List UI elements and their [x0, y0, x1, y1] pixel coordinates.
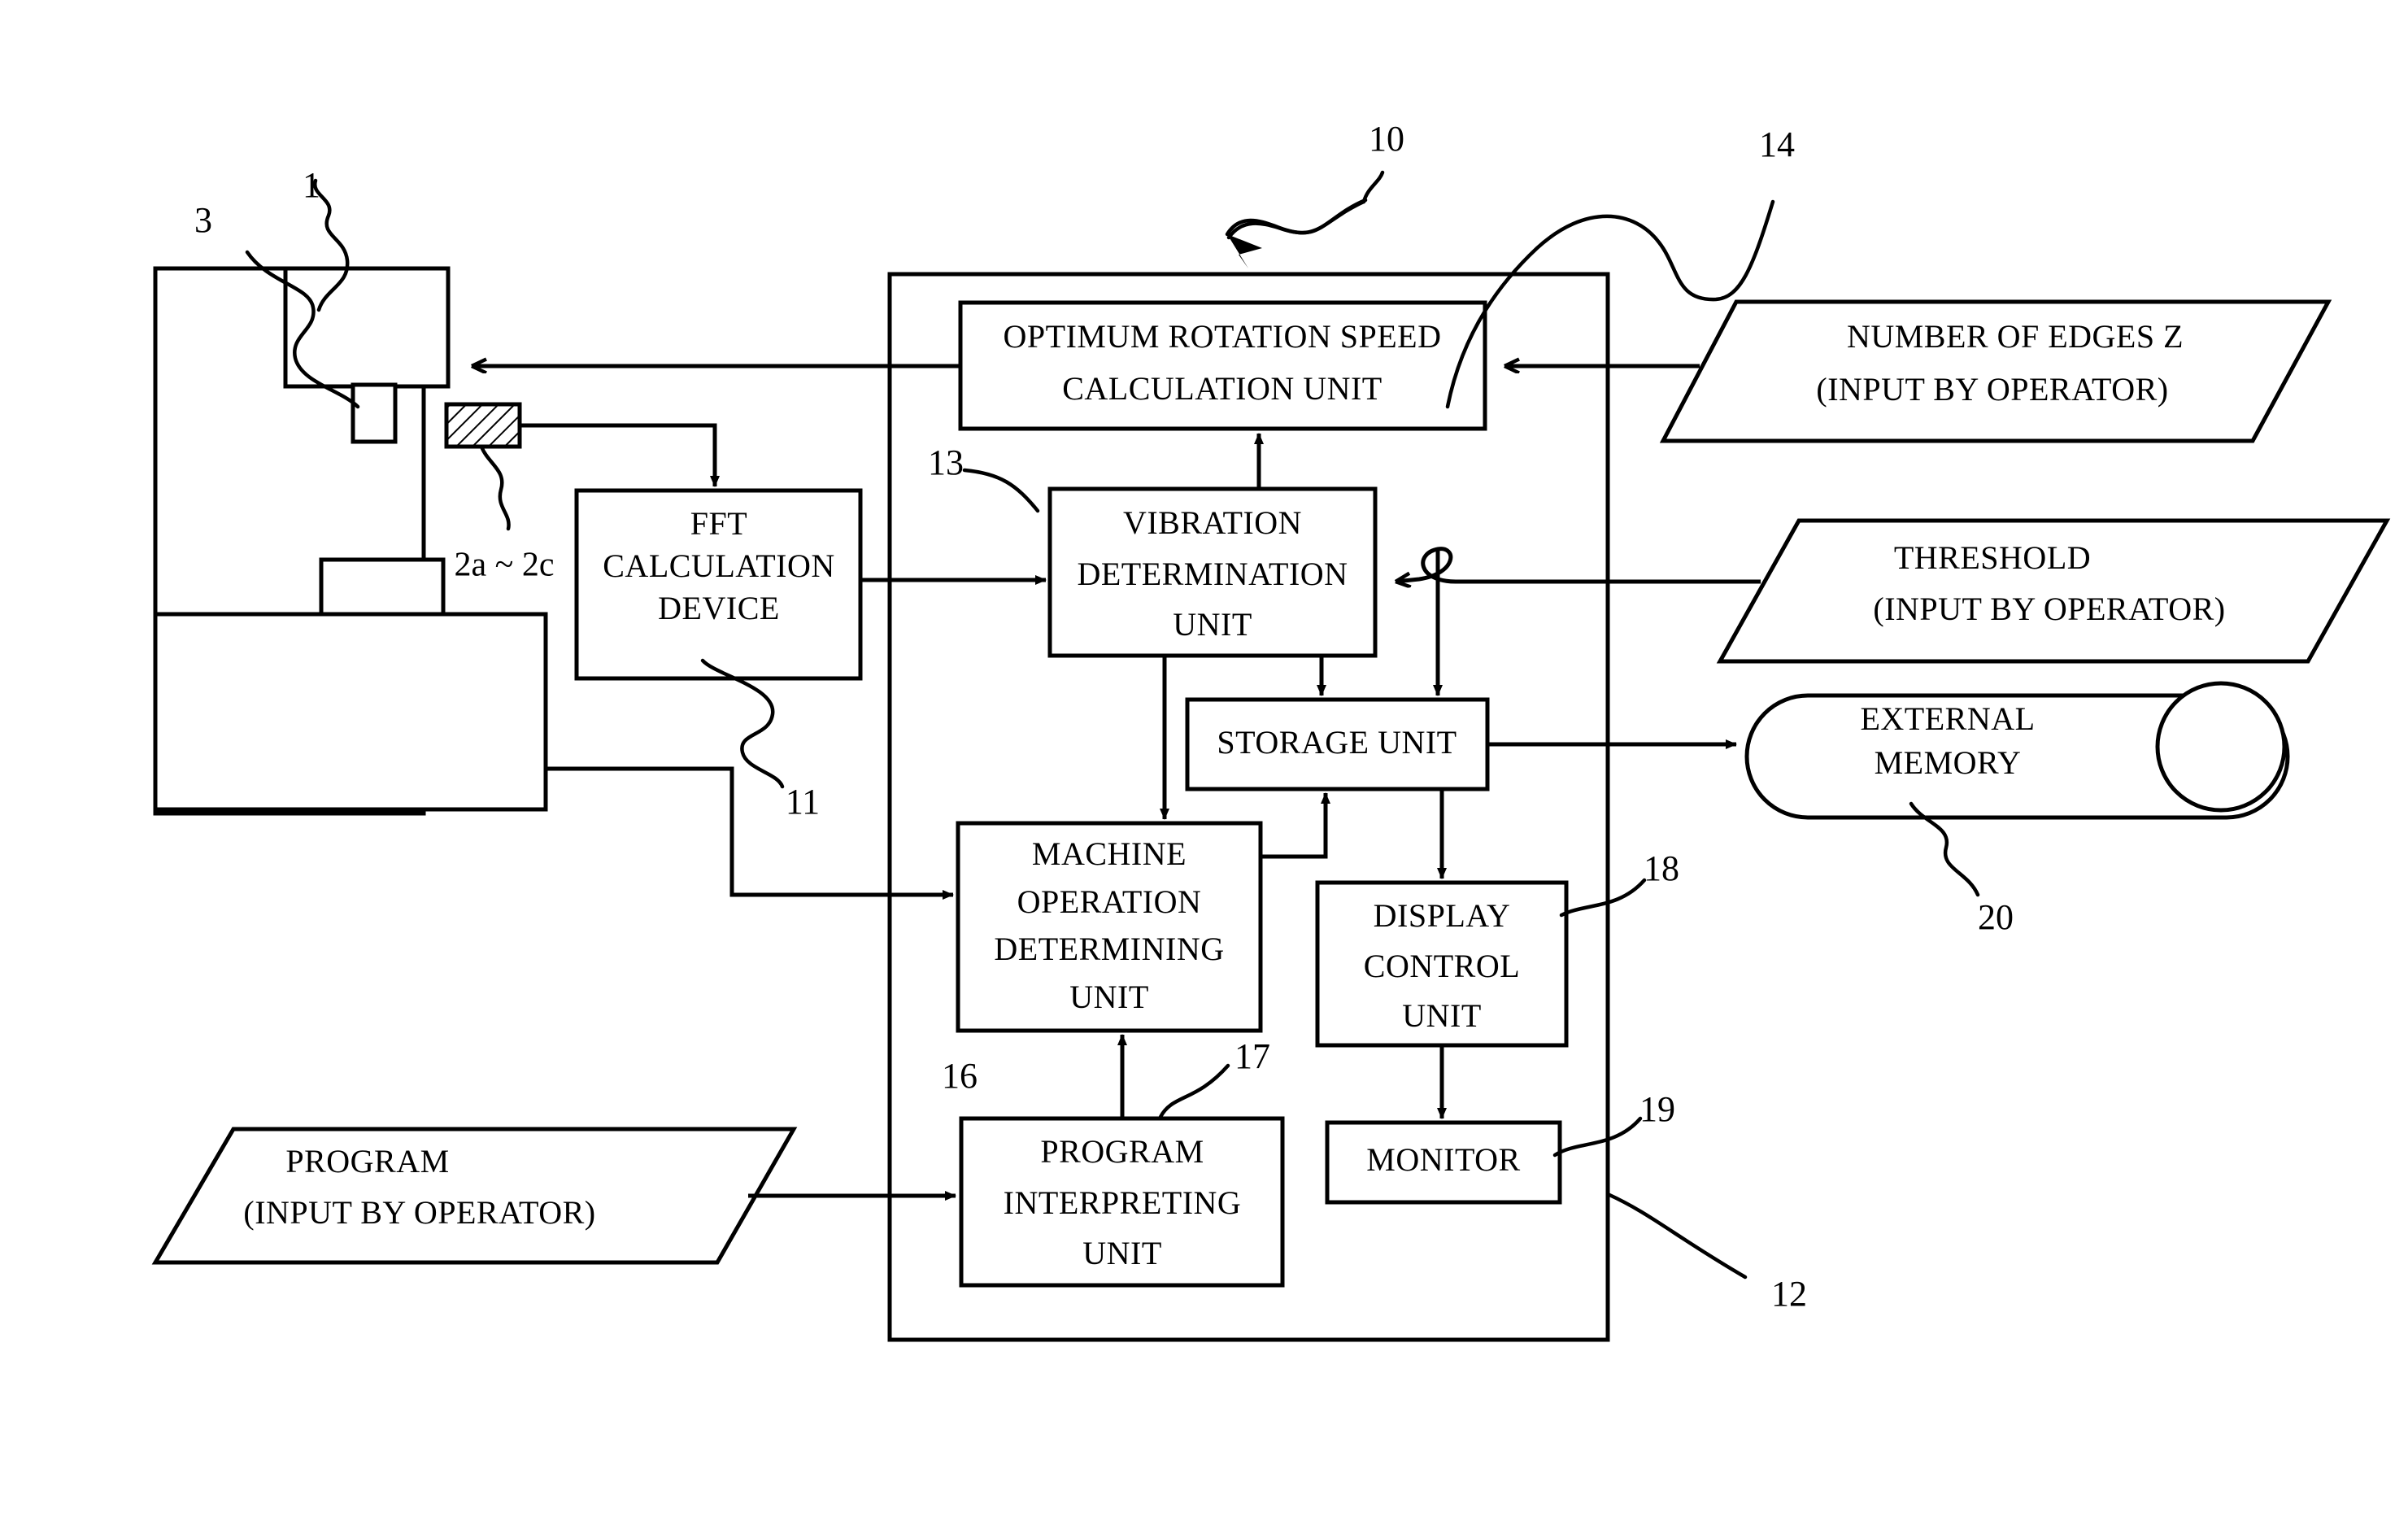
extmem-label-line1: EXTERNAL	[1860, 700, 2035, 737]
display-label-line3: UNIT	[1402, 997, 1482, 1034]
proginterp-label-line3: UNIT	[1082, 1235, 1162, 1271]
leader-line-10	[1361, 170, 1385, 204]
monitor-label-line1: MONITOR	[1366, 1141, 1520, 1178]
cutting-tool	[351, 382, 398, 444]
display-label-line2: CONTROL	[1364, 948, 1520, 984]
threshold-label-line1: THRESHOLD	[1894, 539, 2091, 576]
ref-numeral-17: 17	[1234, 1036, 1270, 1076]
optimum-label-line1: OPTIMUM ROTATION SPEED	[1004, 318, 1442, 355]
ref-numeral-1: 1	[303, 165, 320, 205]
ref-numeral-11: 11	[786, 782, 820, 822]
ref-numeral-2ac: 2a ~ 2c	[454, 547, 554, 584]
fft-label-line2: CALCULATION	[603, 547, 834, 584]
program-label-line2: (INPUT BY OPERATOR)	[243, 1194, 595, 1231]
vibration-label-line2: DETERMINATION	[1077, 556, 1348, 592]
storage-label-line1: STORAGE UNIT	[1217, 724, 1457, 761]
ref-numeral-18: 18	[1644, 848, 1679, 888]
vibration-label-line1: VIBRATION	[1123, 504, 1302, 541]
block-diagram: FFT CALCULATION DEVICE OPTIMUM ROTATION …	[151, 119, 2391, 1342]
vibration-sensors	[444, 402, 522, 449]
leader-line-2ac	[479, 444, 511, 531]
extmem-label-line2: MEMORY	[1875, 744, 2022, 781]
machineop-label-line1: MACHINE	[1032, 835, 1187, 872]
fft-label-line1: FFT	[690, 505, 747, 542]
ref-numeral-16: 16	[942, 1056, 978, 1096]
machineop-label-line2: OPERATION	[1017, 883, 1202, 920]
ref-numeral-20: 20	[1978, 897, 2014, 937]
ref-numeral-13: 13	[928, 443, 964, 482]
vibration-label-line3: UNIT	[1173, 606, 1252, 643]
display-label-line1: DISPLAY	[1374, 897, 1511, 934]
edges-label-line2: (INPUT BY OPERATOR)	[1816, 371, 2168, 408]
ref-numeral-14: 14	[1759, 124, 1795, 164]
program-label-line1: PROGRAM	[285, 1143, 449, 1179]
ref-numeral-12: 12	[1771, 1274, 1807, 1314]
external-memory-disk	[2155, 681, 2287, 813]
ref-numeral-10: 10	[1369, 119, 1404, 159]
proginterp-label-line2: INTERPRETING	[1004, 1184, 1242, 1221]
leader-arrowhead-10	[1227, 234, 1262, 268]
ref-numeral-19: 19	[1639, 1089, 1675, 1129]
optimum-label-line2: CALCULATION UNIT	[1062, 370, 1383, 407]
workpiece	[319, 557, 446, 617]
proginterp-label-line1: PROGRAM	[1040, 1133, 1204, 1170]
figure-canvas: FFT CALCULATION DEVICE OPTIMUM ROTATION …	[0, 0, 2408, 1513]
fft-label-line3: DEVICE	[658, 590, 780, 626]
machineop-label-line3: DETERMINING	[994, 931, 1224, 967]
ref-numeral-3: 3	[194, 200, 212, 240]
edges-label-line1: NUMBER OF EDGES Z	[1847, 318, 2184, 355]
machineop-label-line4: UNIT	[1069, 979, 1149, 1015]
threshold-label-line2: (INPUT BY OPERATOR)	[1873, 591, 2225, 627]
leader-line-10-squiggle	[1225, 199, 1366, 237]
leader-line-12	[1605, 1192, 1748, 1280]
connector-sensors-to-fft	[520, 423, 720, 487]
machine-lower-base	[153, 612, 548, 812]
